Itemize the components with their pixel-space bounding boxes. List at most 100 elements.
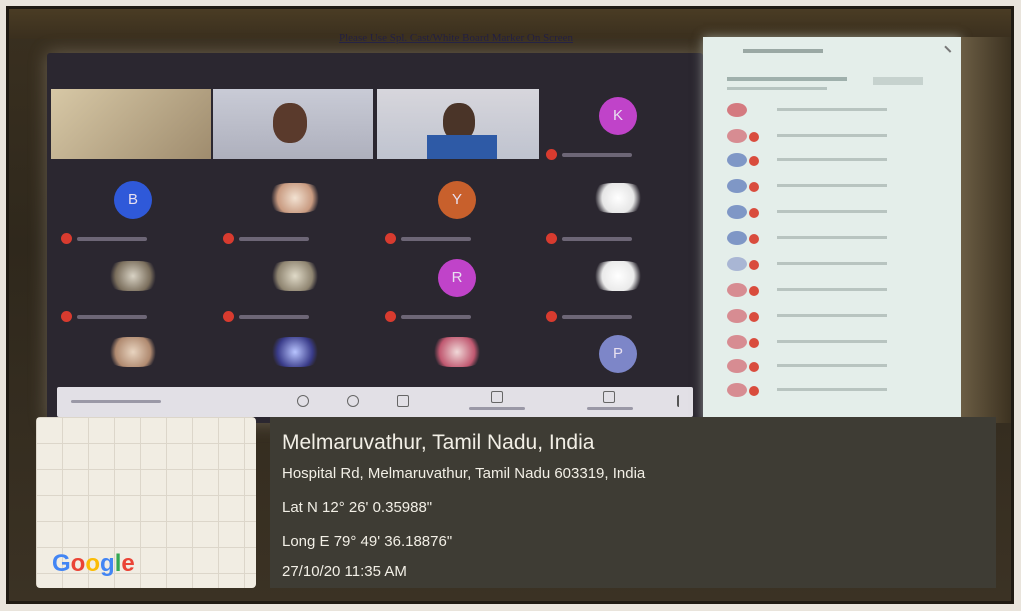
- video-tile-participant[interactable]: [377, 89, 539, 159]
- mic-off-icon: [546, 233, 557, 244]
- avatar: [727, 179, 747, 193]
- avatar: [727, 153, 747, 167]
- participant-row[interactable]: [727, 383, 947, 397]
- place-name: Melmaruvathur, Tamil Nadu, India: [282, 431, 595, 454]
- participant-name: [777, 340, 887, 343]
- latitude: Lat N 12° 26' 0.35988": [282, 499, 433, 516]
- avatar: [727, 231, 747, 245]
- participant-name: [777, 314, 887, 317]
- avatar-photo: [590, 261, 646, 291]
- captions-label: [469, 407, 525, 410]
- meeting-title-bar: [71, 400, 161, 403]
- more-options-icon[interactable]: [677, 395, 689, 407]
- mic-off-icon: [223, 233, 234, 244]
- gallery-tile[interactable]: [219, 171, 371, 247]
- avatar-letter: Y: [438, 181, 476, 219]
- gallery-tile[interactable]: [542, 249, 694, 325]
- tile-footer: [385, 311, 525, 323]
- captions-button[interactable]: [491, 391, 503, 403]
- participant-row[interactable]: [727, 231, 947, 245]
- add-people-button[interactable]: [873, 77, 923, 85]
- participant-row[interactable]: [727, 335, 947, 349]
- participant-name: [401, 315, 471, 319]
- gallery-tile[interactable]: [219, 249, 371, 325]
- tile-footer: [61, 311, 201, 323]
- mic-off-icon: [749, 386, 759, 396]
- avatar-photo: [267, 183, 323, 213]
- participant-name: [777, 262, 887, 265]
- mic-off-icon: [546, 149, 557, 160]
- wall-edge: [961, 37, 1011, 423]
- gallery-tile[interactable]: Y: [381, 171, 533, 247]
- gallery-tile[interactable]: B: [57, 171, 209, 247]
- avatar: [727, 103, 747, 117]
- participant-row[interactable]: [727, 179, 947, 193]
- participant-shirt: [427, 135, 497, 159]
- wall-banner: Please Use Spl. Cast/White Board Marker …: [339, 32, 573, 44]
- participant-name: [777, 158, 887, 161]
- gallery-tile[interactable]: [542, 171, 694, 247]
- present-button[interactable]: [603, 391, 615, 403]
- tile-footer: [385, 233, 525, 245]
- map-thumbnail: Google: [36, 417, 256, 588]
- tile-footer: [546, 311, 686, 323]
- mic-off-icon: [749, 132, 759, 142]
- avatar: [727, 359, 747, 373]
- participant-name: [777, 108, 887, 111]
- avatar-photo: [267, 261, 323, 291]
- video-tile-self[interactable]: [51, 89, 211, 159]
- gallery-tile[interactable]: [57, 249, 209, 325]
- avatar-letter: K: [599, 97, 637, 135]
- participant-name: [777, 184, 887, 187]
- gallery-tile[interactable]: K: [542, 87, 694, 163]
- avatar: [727, 309, 747, 323]
- avatar: [727, 205, 747, 219]
- mic-button[interactable]: [297, 395, 309, 407]
- participant-head: [273, 103, 307, 143]
- avatar-photo: [429, 337, 485, 367]
- avatar-photo: [105, 337, 161, 367]
- participant-subtitle: [727, 87, 827, 90]
- participant-row[interactable]: [727, 309, 947, 323]
- mic-off-icon: [749, 362, 759, 372]
- participant-name: [777, 364, 887, 367]
- participant-row[interactable]: [727, 153, 947, 167]
- participant-row[interactable]: [727, 129, 947, 143]
- camera-button[interactable]: [397, 395, 409, 407]
- google-logo: Google: [52, 550, 135, 577]
- avatar-letter: B: [114, 181, 152, 219]
- participant-row[interactable]: [727, 359, 947, 373]
- participant-name: [777, 388, 887, 391]
- tile-footer: [223, 233, 363, 245]
- close-icon[interactable]: [938, 45, 952, 59]
- participant-name: [562, 153, 632, 157]
- projected-meeting-screen: K B Y R P: [47, 53, 703, 423]
- avatar-photo: [105, 261, 161, 291]
- participant-row[interactable]: [727, 103, 947, 117]
- mic-off-icon: [385, 233, 396, 244]
- video-tile-participant[interactable]: [213, 89, 373, 159]
- end-call-button[interactable]: [347, 395, 359, 407]
- participants-panel: [703, 37, 961, 423]
- avatar: [727, 383, 747, 397]
- gallery-tile[interactable]: R: [381, 249, 533, 325]
- mic-off-icon: [61, 311, 72, 322]
- location-info: Melmaruvathur, Tamil Nadu, India Hospita…: [270, 417, 996, 588]
- mic-off-icon: [749, 312, 759, 322]
- participant-name: [77, 315, 147, 319]
- participant-row[interactable]: [727, 257, 947, 271]
- participant-row[interactable]: [727, 283, 947, 297]
- participant-name: [777, 134, 887, 137]
- participant-name: [77, 237, 147, 241]
- participant-name: [777, 288, 887, 291]
- mic-off-icon: [749, 234, 759, 244]
- participant-name: [777, 210, 887, 213]
- mic-off-icon: [749, 286, 759, 296]
- avatar-letter: R: [438, 259, 476, 297]
- mic-off-icon: [749, 182, 759, 192]
- tile-footer: [546, 233, 686, 245]
- participant-name: [562, 237, 632, 241]
- participant-row[interactable]: [727, 205, 947, 219]
- mic-off-icon: [749, 260, 759, 270]
- avatar: [727, 335, 747, 349]
